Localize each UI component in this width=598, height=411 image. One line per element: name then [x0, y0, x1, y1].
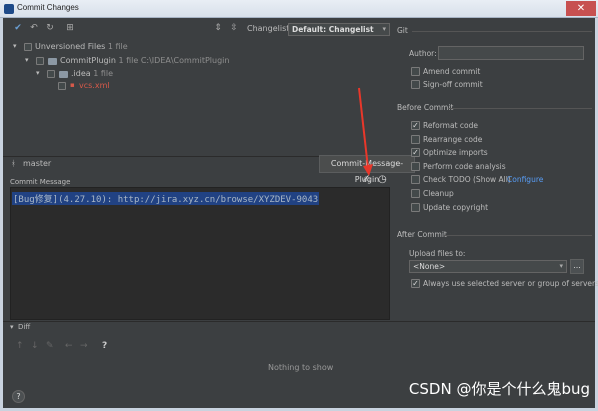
folder-label: .idea — [71, 69, 91, 78]
before-commit-checkbox[interactable] — [411, 203, 420, 212]
unversioned-count: 1 file — [107, 42, 128, 51]
undo-icon[interactable]: ↶ — [29, 23, 39, 33]
expand-all-icon[interactable]: ⇕ — [213, 23, 223, 33]
diff-section-label: Diff — [18, 323, 31, 331]
app-icon — [4, 4, 14, 14]
folder-icon — [59, 71, 68, 78]
folder-count: 1 file — [93, 69, 114, 78]
branch-name[interactable]: master — [23, 159, 51, 168]
divider — [412, 31, 592, 32]
before-commit-checkbox[interactable] — [411, 189, 420, 198]
refresh-icon[interactable]: ↻ — [45, 23, 55, 33]
window-title: Commit Changes — [17, 3, 79, 12]
before-commit-option-label: Reformat code — [423, 121, 478, 130]
signoff-checkbox[interactable] — [411, 80, 420, 89]
commit-message-label: Commit Message — [10, 178, 71, 186]
tree-item-project[interactable]: CommitPlugin 1 file C:\IDEA\CommitPlugin — [60, 56, 229, 65]
changelist-select[interactable]: Default: Changelist ▾ — [288, 23, 390, 36]
vcs-file-checkbox[interactable] — [58, 82, 66, 90]
chevron-down-icon: ▾ — [382, 25, 386, 33]
author-label: Author: — [409, 49, 437, 58]
group-by-icon[interactable]: ⊞ — [65, 23, 75, 33]
chevron-down-icon: ▾ — [559, 262, 563, 270]
folder-icon — [48, 58, 57, 65]
project-checkbox[interactable] — [36, 57, 44, 65]
file-icon: ▪ — [70, 81, 75, 89]
before-commit-option-label: Check TODO (Show All) — [423, 175, 511, 184]
arrow-right-icon[interactable]: → — [80, 341, 88, 351]
history-icon[interactable]: ◷ — [378, 174, 387, 185]
changes-tree: ▾ Unversioned Files 1 file ▾ CommitPlugi… — [3, 38, 393, 156]
edit-icon[interactable]: ✎ — [46, 341, 54, 351]
tree-item-idea-folder[interactable]: .idea 1 file — [71, 69, 113, 78]
branch-icon: ᚼ — [11, 159, 16, 168]
watermark: CSDN @你是个什么鬼bug — [408, 380, 590, 398]
collapse-all-icon[interactable]: ⇳ — [229, 23, 239, 33]
arrow-up-icon[interactable]: ↑ — [16, 341, 24, 351]
upload-select[interactable]: <None> ▾ — [409, 260, 567, 273]
before-commit-section-label: Before Commit — [397, 103, 454, 112]
changes-toolbar: ✔ ↶ ↻ ⊞ ⇕ ⇳ Changelist: Default: Changel… — [3, 20, 393, 38]
divider — [444, 235, 592, 236]
arrow-down-icon[interactable]: ↓ — [31, 341, 39, 351]
commit-message-editor[interactable]: [Bug修复](4.27.10): http://jira.xyz.cn/bro… — [10, 187, 390, 320]
help-button[interactable]: ? — [12, 390, 25, 403]
tree-item-vcs-xml[interactable]: vcs.xml — [79, 81, 110, 90]
before-commit-checkbox[interactable] — [411, 175, 420, 184]
before-commit-option-label: Perform code analysis — [423, 162, 506, 171]
unversioned-checkbox[interactable] — [24, 43, 32, 51]
commit-message-text[interactable]: [Bug修复](4.27.10): http://jira.xyz.cn/bro… — [12, 192, 320, 205]
chevron-down-icon[interactable]: ▾ — [13, 42, 17, 50]
chevron-down-icon[interactable]: ▾ — [10, 323, 14, 331]
project-label: CommitPlugin — [60, 56, 116, 65]
help-icon[interactable]: ? — [102, 341, 107, 351]
diff-empty-text: Nothing to show — [268, 363, 334, 372]
changelist-label: Changelist: — [247, 24, 293, 33]
before-commit-option-label: Rearrange code — [423, 135, 483, 144]
configure-link[interactable]: Configure — [507, 175, 543, 184]
before-commit-option-label: Cleanup — [423, 189, 454, 198]
chevron-down-icon[interactable]: ▾ — [25, 56, 29, 64]
before-commit-option-label: Optimize imports — [423, 148, 488, 157]
check-vcs-icon[interactable]: ✔ — [13, 23, 23, 33]
browse-servers-button[interactable]: ... — [570, 259, 584, 274]
chevron-down-icon[interactable]: ▾ — [36, 69, 40, 77]
before-commit-checkbox[interactable] — [411, 162, 420, 171]
before-commit-checkbox[interactable]: ✓ — [411, 121, 420, 130]
always-use-label: Always use selected server or group of s… — [423, 279, 598, 288]
upload-value: <None> — [413, 262, 446, 271]
amend-label: Amend commit — [423, 67, 481, 76]
tree-item-unversioned[interactable]: Unversioned Files 1 file — [35, 42, 128, 51]
idea-folder-checkbox[interactable] — [47, 70, 55, 78]
project-info: 1 file C:\IDEA\CommitPlugin — [118, 56, 230, 65]
git-section-label: Git — [397, 26, 408, 35]
after-commit-section-label: After Commit — [397, 230, 447, 239]
amend-checkbox[interactable] — [411, 67, 420, 76]
always-use-checkbox[interactable]: ✓ — [411, 279, 420, 288]
window-titlebar: Commit Changes ✕ — [0, 0, 598, 18]
close-button[interactable]: ✕ — [566, 1, 596, 16]
author-field[interactable] — [438, 46, 584, 60]
signoff-label: Sign-off commit — [423, 80, 483, 89]
upload-label: Upload files to: — [409, 249, 466, 258]
before-commit-checkbox[interactable] — [411, 135, 420, 144]
unversioned-label: Unversioned Files — [35, 42, 106, 51]
red-arrow-annotation — [358, 87, 373, 176]
arrow-left-icon[interactable]: ← — [65, 341, 73, 351]
changelist-value: Default: Changelist — [292, 25, 374, 34]
before-commit-checkbox[interactable]: ✓ — [411, 148, 420, 157]
divider — [448, 108, 592, 109]
before-commit-option-label: Update copyright — [423, 203, 489, 212]
